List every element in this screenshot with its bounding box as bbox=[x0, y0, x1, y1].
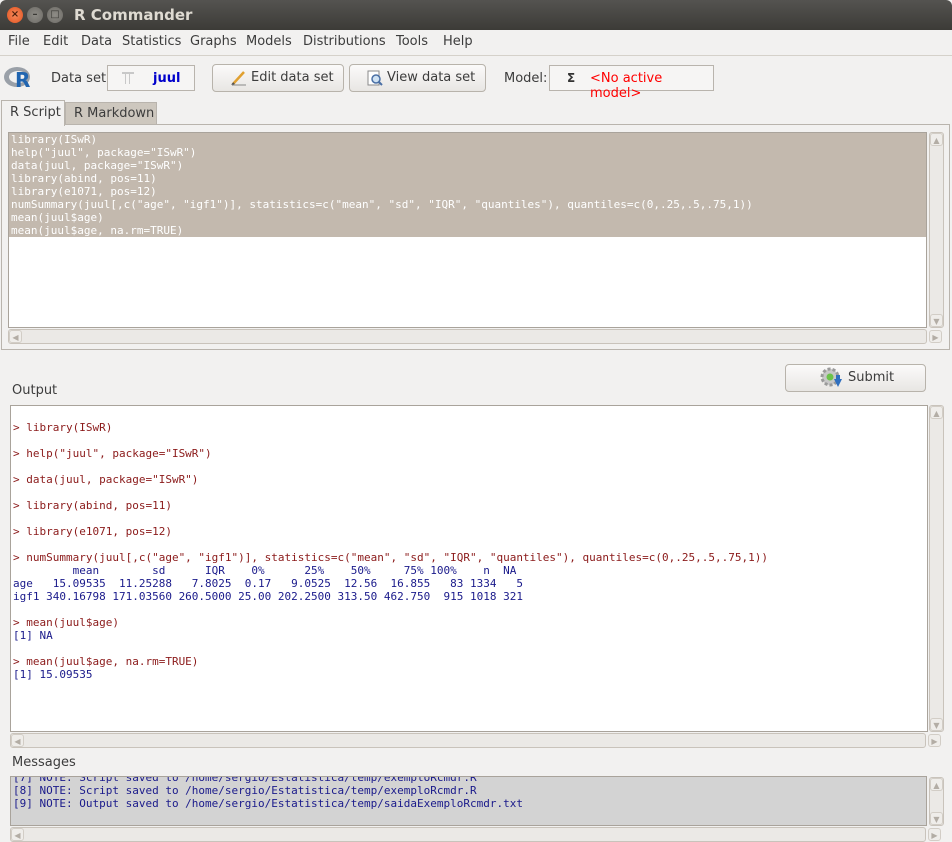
script-line: library(abind, pos=11) bbox=[9, 172, 926, 185]
output-result: igf1 340.16798 171.03560 260.5000 25.00 … bbox=[13, 590, 523, 603]
magnifier-document-icon bbox=[367, 70, 383, 90]
menu-help[interactable]: Help bbox=[443, 34, 473, 49]
scroll-up-icon[interactable]: ▲ bbox=[930, 406, 943, 419]
tab-r-markdown-label: R Markdown bbox=[74, 106, 155, 121]
menu-file[interactable]: File bbox=[8, 34, 30, 49]
tab-r-script[interactable]: R Script bbox=[1, 100, 65, 126]
output-command: > mean(juul$age) bbox=[13, 616, 119, 629]
script-line: library(e1071, pos=12) bbox=[9, 185, 926, 198]
scroll-right-icon[interactable]: ▶ bbox=[928, 734, 941, 747]
menu-data[interactable]: Data bbox=[81, 34, 112, 49]
dataset-label: Data set: bbox=[51, 71, 111, 86]
output-horizontal-scrollbar[interactable]: ◀ ▶ bbox=[10, 733, 941, 748]
edit-data-set-button[interactable]: Edit data set bbox=[212, 64, 344, 92]
script-line: numSummary(juul[,c("age", "igf1")], stat… bbox=[9, 198, 926, 211]
output-result: [1] NA bbox=[13, 629, 53, 642]
messages-vertical-scrollbar[interactable]: ▲ ▼ bbox=[929, 777, 944, 826]
minimize-icon: – bbox=[32, 9, 38, 20]
script-line: help("juul", package="ISwR") bbox=[9, 146, 926, 159]
script-line: library(ISwR) bbox=[9, 133, 926, 146]
output-command: > library(abind, pos=11) bbox=[13, 499, 172, 512]
script-horizontal-scrollbar[interactable]: ◀ ▶ bbox=[8, 329, 942, 344]
model-selector[interactable]: Σ <No active model> bbox=[549, 65, 714, 101]
output-vertical-scrollbar[interactable]: ▲ ▼ bbox=[929, 405, 944, 732]
output-pane[interactable]: > library(ISwR) > help("juul", package="… bbox=[10, 405, 928, 732]
output-result: [1] 15.09535 bbox=[13, 668, 93, 681]
minimize-window-button[interactable]: – bbox=[27, 7, 43, 23]
view-data-set-button[interactable]: View data set bbox=[349, 64, 486, 92]
table-icon bbox=[122, 72, 134, 84]
view-data-set-label: View data set bbox=[387, 70, 476, 85]
output-command: > library(e1071, pos=12) bbox=[13, 525, 172, 538]
scroll-left-icon[interactable]: ◀ bbox=[11, 828, 24, 841]
output-label: Output bbox=[12, 383, 58, 398]
close-window-button[interactable]: × bbox=[7, 7, 23, 23]
close-icon: × bbox=[10, 9, 20, 20]
message-line: [7] NOTE: Script saved to /home/sergio/E… bbox=[13, 776, 477, 784]
edit-data-set-label: Edit data set bbox=[251, 70, 334, 85]
scroll-up-icon[interactable]: ▲ bbox=[930, 778, 943, 791]
script-line: data(juul, package="ISwR") bbox=[9, 159, 926, 172]
menu-edit[interactable]: Edit bbox=[43, 34, 68, 49]
menu-graphs[interactable]: Graphs bbox=[190, 34, 237, 49]
output-command: > numSummary(juul[,c("age", "igf1")], st… bbox=[13, 551, 768, 564]
tab-r-script-label: R Script bbox=[10, 105, 61, 120]
output-command: > help("juul", package="ISwR") bbox=[13, 447, 212, 460]
script-line: mean(juul$age) bbox=[9, 211, 926, 224]
script-vertical-scrollbar[interactable]: ▲ ▼ bbox=[929, 132, 944, 328]
gear-run-icon bbox=[820, 367, 844, 395]
message-line: [9] NOTE: Output saved to /home/sergio/E… bbox=[13, 797, 523, 810]
menu-distributions[interactable]: Distributions bbox=[303, 34, 386, 49]
pencil-icon bbox=[231, 70, 247, 90]
submit-button[interactable]: Submit bbox=[785, 364, 926, 392]
scroll-down-icon[interactable]: ▼ bbox=[930, 812, 943, 825]
sigma-icon: Σ bbox=[567, 71, 576, 85]
output-command: > mean(juul$age, na.rm=TRUE) bbox=[13, 655, 199, 668]
messages-horizontal-scrollbar[interactable]: ◀ ▶ bbox=[10, 827, 941, 842]
maximize-window-button[interactable]: □ bbox=[47, 7, 63, 23]
window-titlebar: × – □ R Commander bbox=[0, 0, 952, 30]
output-command: > data(juul, package="ISwR") bbox=[13, 473, 199, 486]
menu-statistics[interactable]: Statistics bbox=[122, 34, 181, 49]
window-title: R Commander bbox=[74, 6, 193, 24]
submit-label: Submit bbox=[848, 370, 895, 385]
maximize-icon: □ bbox=[50, 9, 60, 20]
model-value: <No active model> bbox=[590, 71, 663, 101]
scroll-down-icon[interactable]: ▼ bbox=[930, 314, 943, 327]
toolbar: R Data set: juul Edit data set View data… bbox=[0, 60, 952, 101]
menu-tools[interactable]: Tools bbox=[396, 34, 428, 49]
scroll-left-icon[interactable]: ◀ bbox=[11, 734, 24, 747]
svg-text:R: R bbox=[15, 68, 30, 91]
dataset-selector[interactable]: juul bbox=[107, 65, 195, 91]
tab-r-markdown[interactable]: R Markdown bbox=[65, 102, 157, 124]
scroll-right-icon[interactable]: ▶ bbox=[928, 828, 941, 841]
script-line: mean(juul$age, na.rm=TRUE) bbox=[9, 224, 926, 237]
model-label: Model: bbox=[504, 71, 548, 86]
messages-pane[interactable]: [7] NOTE: Script saved to /home/sergio/E… bbox=[10, 776, 927, 826]
menubar: File Edit Data Statistics Graphs Models … bbox=[0, 30, 952, 56]
scroll-down-icon[interactable]: ▼ bbox=[930, 718, 943, 731]
messages-label: Messages bbox=[12, 755, 76, 770]
r-logo-icon: R bbox=[3, 65, 35, 92]
dataset-value: juul bbox=[153, 71, 181, 86]
scroll-left-icon[interactable]: ◀ bbox=[9, 330, 22, 343]
output-result: mean sd IQR 0% 25% 50% 75% 100% n NA bbox=[13, 564, 517, 577]
output-result: age 15.09535 11.25288 7.8025 0.17 9.0525… bbox=[13, 577, 523, 590]
scroll-right-icon[interactable]: ▶ bbox=[929, 330, 942, 343]
scroll-up-icon[interactable]: ▲ bbox=[930, 133, 943, 146]
script-editor[interactable]: library(ISwR) help("juul", package="ISwR… bbox=[8, 132, 927, 328]
menu-models[interactable]: Models bbox=[246, 34, 292, 49]
output-command: > library(ISwR) bbox=[13, 421, 113, 434]
message-line: [8] NOTE: Script saved to /home/sergio/E… bbox=[13, 784, 477, 797]
